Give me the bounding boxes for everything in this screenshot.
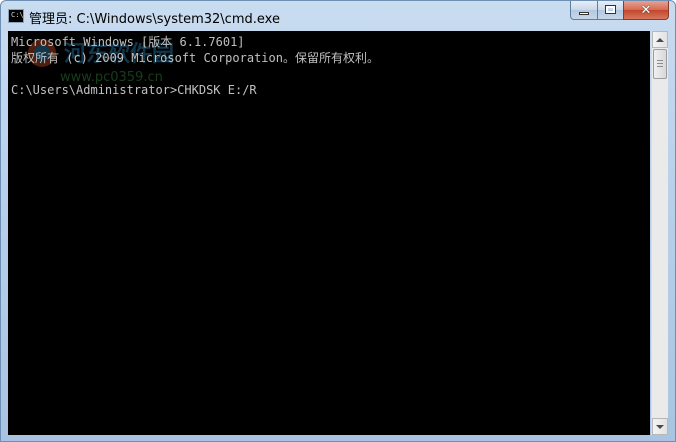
thumb-grip-line [657, 63, 663, 64]
thumb-grip-line [657, 66, 663, 67]
maximize-button[interactable] [597, 1, 623, 20]
thumb-grip-line [657, 60, 663, 61]
close-icon: ✕ [640, 2, 652, 18]
window-title: 管理员: C:\Windows\system32\cmd.exe [29, 12, 280, 27]
title-bar[interactable]: C:\ 管理员: C:\Windows\system32\cmd.exe ✕ [1, 1, 675, 31]
console-line-version: Microsoft Windows [版本 6.1.7601] [11, 35, 245, 49]
console-line-command: C:\Users\Administrator>CHKDSK E:/R [11, 83, 257, 97]
close-button[interactable]: ✕ [623, 1, 669, 20]
cmd-icon-text: C:\ [11, 11, 24, 19]
cmd-icon[interactable]: C:\ [8, 9, 24, 23]
console-line-copyright: 版权所有 (c) 2009 Microsoft Corporation。保留所有… [11, 51, 379, 65]
cmd-window: C:\ 管理员: C:\Windows\system32\cmd.exe ✕ 河… [0, 0, 676, 442]
window-bottom-frame [1, 435, 675, 441]
minimize-button[interactable] [570, 1, 597, 20]
vertical-scrollbar[interactable] [651, 31, 668, 435]
minimize-icon [579, 12, 589, 15]
scroll-up-arrow-icon [656, 37, 664, 42]
scroll-down-button[interactable] [652, 418, 668, 435]
console-output[interactable]: 河东软件园 www.pc0359.cn Microsoft Windows [版… [8, 31, 650, 435]
caption-buttons: ✕ [570, 1, 669, 21]
scroll-down-arrow-icon [656, 424, 664, 429]
maximize-icon [605, 5, 616, 14]
scroll-thumb[interactable] [653, 49, 667, 79]
scroll-up-button[interactable] [652, 31, 668, 48]
